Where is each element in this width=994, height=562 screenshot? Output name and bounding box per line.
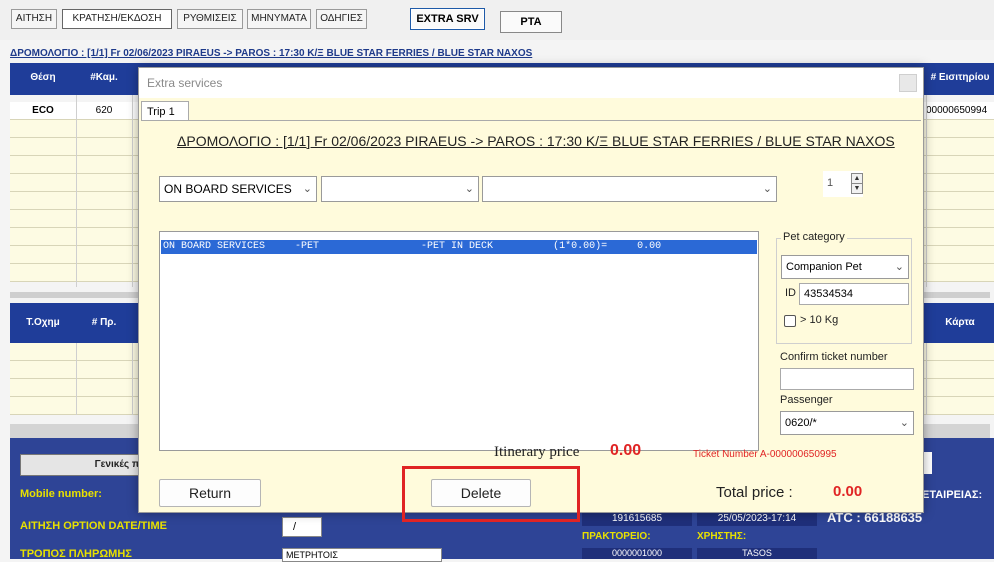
chevron-down-icon: ⌄ xyxy=(894,261,904,273)
tab-messages[interactable]: ΜΗΝΥΜΑΤΑ xyxy=(247,9,311,29)
chevron-down-icon: ⌄ xyxy=(464,183,474,195)
itinerary-price-value: 0.00 xyxy=(610,442,642,459)
confirm-ticket-label: Confirm ticket number xyxy=(780,351,888,363)
trip-panel: ΔΡΟΜΟΛΟΓΙΟ : [1/1] Fr 02/06/2023 PIRAEUS… xyxy=(141,120,921,512)
user-value: TASOS xyxy=(697,548,817,559)
pet-category-label: Pet category xyxy=(781,231,847,243)
booking-datetime: 25/05/2023-17:14 xyxy=(697,512,817,526)
col-seat: Θέση xyxy=(30,72,56,83)
col-count: # Πρ. xyxy=(91,317,117,328)
extra-services-dialog: Extra services Trip 1 ΔΡΟΜΟΛΟΓΙΟ : [1/1]… xyxy=(138,67,924,513)
chevron-down-icon: ⌄ xyxy=(899,417,909,429)
quantity-value: 1 xyxy=(827,177,834,189)
itinerary-price-label: Itinerary price xyxy=(494,444,580,460)
grid-divider xyxy=(132,95,133,287)
grid-divider xyxy=(76,95,77,287)
close-icon[interactable] xyxy=(899,74,917,92)
top-tab-bar: ΑΙΤΗΣΗ ΚΡΑΤΗΣΗ/ΕΚΔΟΣΗ ΡΥΘΜΙΣΕΙΣ ΜΗΝΥΜΑΤΑ… xyxy=(0,0,994,40)
agency-label: ΠΡΑΚΤΟΡΕΙΟ: xyxy=(582,531,651,542)
pet-id-field[interactable]: 43534534 xyxy=(799,283,909,305)
service-category-value: ON BOARD SERVICES xyxy=(164,182,292,196)
weight-label: > 10 Kg xyxy=(800,314,839,326)
grid-divider xyxy=(926,343,927,415)
mobile-number-label: Mobile number: xyxy=(20,488,102,500)
confirm-ticket-field[interactable] xyxy=(780,368,914,390)
list-item[interactable]: ON BOARD SERVICES -PET -PET IN DECK (1*0… xyxy=(161,240,757,254)
col-ticket-number: # Εισιτηρίου xyxy=(930,72,990,83)
passenger-value: 0620/* xyxy=(785,417,817,429)
user-label: ΧΡΗΣΤΗΣ: xyxy=(697,531,747,542)
pet-id-label: ID xyxy=(785,287,796,299)
pta-button[interactable]: PTA xyxy=(500,11,562,33)
service-category-select[interactable]: ON BOARD SERVICES ⌄ xyxy=(159,176,317,202)
passenger-label: Passenger xyxy=(780,394,833,406)
chevron-down-icon: ⌄ xyxy=(762,183,772,195)
payment-method-label: ΤΡΟΠΟΣ ΠΛΗΡΩΜΗΣ xyxy=(20,548,132,560)
ticket-cell: 00000650994 xyxy=(926,105,988,116)
agency-value: 0000001000 xyxy=(582,548,692,559)
grid-divider xyxy=(132,343,133,415)
grid-divider xyxy=(76,343,77,415)
passenger-select[interactable]: 0620/* ⌄ xyxy=(780,411,914,435)
tab-instructions[interactable]: ΟΔΗΓΙΕΣ xyxy=(316,9,367,29)
grid-divider xyxy=(926,95,927,287)
col-vehicle: Τ.Οχημ xyxy=(26,317,60,328)
highlight-frame xyxy=(402,466,580,522)
booking-code: 191615685 xyxy=(582,512,692,526)
col-card: Κάρτα xyxy=(945,317,975,328)
option-date-field[interactable]: / xyxy=(282,517,322,537)
extra-srv-button[interactable]: EXTRA SRV xyxy=(410,8,485,30)
col-cabin: #Καμ. xyxy=(90,72,118,83)
total-price-label: Total price : xyxy=(716,484,793,501)
cabin-cell: 620 xyxy=(95,105,113,116)
services-list[interactable]: ON BOARD SERVICES -PET -PET IN DECK (1*0… xyxy=(159,231,759,451)
service-subcategory-select[interactable]: ⌄ xyxy=(321,176,479,202)
company-label: ΕΤΑΙΡΕΙΑΣ: xyxy=(922,489,983,501)
option-datetime-label: ΑΙΤΗΣΗ OPTION DATE/TIME xyxy=(20,520,167,532)
weight-checkbox[interactable] xyxy=(784,315,796,327)
dialog-route: ΔΡΟΜΟΛΟΓΙΟ : [1/1] Fr 02/06/2023 PIRAEUS… xyxy=(177,133,895,149)
tab-request[interactable]: ΑΙΤΗΣΗ xyxy=(11,9,57,29)
service-item-select[interactable]: ⌄ xyxy=(482,176,777,202)
dialog-title: Extra services xyxy=(139,68,923,98)
quantity-stepper[interactable]: 1 ▲ ▼ xyxy=(823,171,863,197)
pet-category-value: Companion Pet xyxy=(786,261,862,273)
total-price-value: 0.00 xyxy=(833,483,863,500)
tab-booking-issue[interactable]: ΚΡΑΤΗΣΗ/ΕΚΔΟΣΗ xyxy=(62,9,172,29)
chevron-down-icon: ⌄ xyxy=(302,183,312,195)
ticket-number: Ticket Number A-000000650995 xyxy=(693,449,837,460)
route-header: ΔΡΟΜΟΛΟΓΙΟ : [1/1] Fr 02/06/2023 PIRAEUS… xyxy=(10,48,533,59)
tab-settings[interactable]: ΡΥΘΜΙΣΕΙΣ xyxy=(177,9,243,29)
tab-trip-1[interactable]: Trip 1 xyxy=(141,101,189,121)
seat-cell: ECO xyxy=(32,105,54,116)
return-button[interactable]: Return xyxy=(159,479,261,507)
pet-category-select[interactable]: Companion Pet ⌄ xyxy=(781,255,909,279)
payment-method-select[interactable]: ΜΕΤΡΗΤΟΙΣ xyxy=(282,548,442,562)
decrement-icon[interactable]: ▼ xyxy=(851,183,863,194)
